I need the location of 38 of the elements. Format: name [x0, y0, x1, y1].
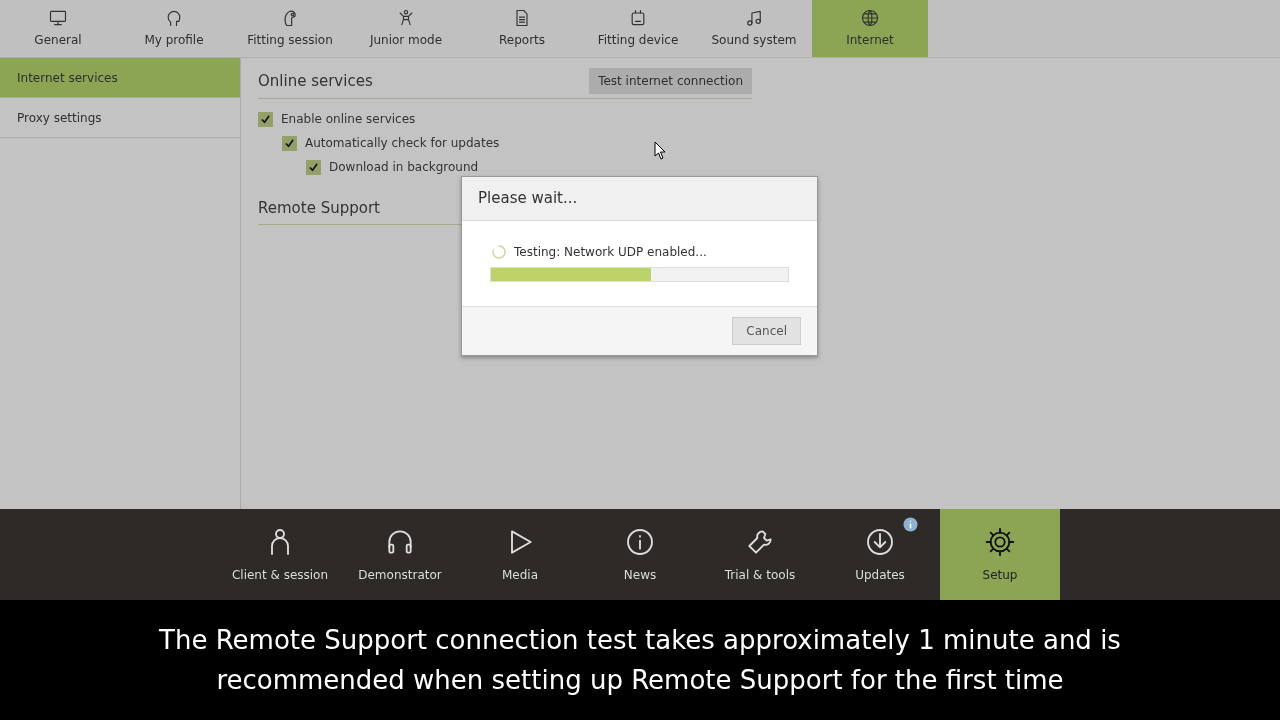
spinner-icon: [490, 242, 508, 261]
mouse-cursor-icon: [654, 141, 666, 160]
info-badge-icon: [903, 517, 918, 532]
checkbox-label: Download in background: [329, 159, 479, 176]
settings-tab[interactable]: Fitting device: [580, 0, 696, 57]
settings-tab[interactable]: Reports: [464, 0, 580, 57]
section-title: Remote Support: [258, 198, 380, 219]
cancel-button[interactable]: Cancel: [732, 316, 801, 345]
subtitle-line: recommended when setting up Remote Support for the first time: [216, 664, 1064, 697]
dialog-title: Please wait...: [462, 177, 817, 221]
checkbox[interactable]: [282, 135, 297, 151]
monitor-icon: [48, 8, 68, 28]
settings-tab[interactable]: Sound system: [696, 0, 812, 57]
checkbox[interactable]: [258, 111, 273, 127]
sidebar-item[interactable]: Proxy settings: [0, 98, 240, 138]
nav-item[interactable]: Client & session: [220, 509, 340, 600]
checkbox-label: Enable online services: [281, 111, 416, 128]
nav-item[interactable]: Demonstrator: [340, 509, 460, 600]
settings-tab[interactable]: General: [0, 0, 116, 57]
settings-tab[interactable]: Internet: [812, 0, 928, 57]
nav-item[interactable]: News: [580, 509, 700, 600]
nav-item[interactable]: Media: [460, 509, 580, 600]
music-note-icon: [744, 8, 764, 28]
sidebar-item[interactable]: Internet services: [0, 58, 240, 98]
gear-icon: [984, 525, 1016, 558]
globe-icon: [860, 8, 880, 28]
settings-tab[interactable]: My profile: [116, 0, 232, 57]
nav-item[interactable]: Updates: [820, 509, 940, 600]
checkbox[interactable]: [306, 159, 321, 175]
section-title: Online services: [258, 70, 373, 92]
subtitle-line: The Remote Support connection test takes approximately 1 minute and is: [159, 624, 1121, 657]
test-connection-button[interactable]: Test internet connection: [589, 68, 752, 94]
nav-item[interactable]: Setup: [940, 509, 1060, 600]
status-text: Testing: Network UDP enabled...: [514, 243, 707, 261]
settings-tab[interactable]: Junior mode: [348, 0, 464, 57]
checkbox-label: Automatically check for updates: [305, 135, 500, 152]
settings-tab[interactable]: Fitting session: [232, 0, 348, 57]
nav-item[interactable]: Trial & tools: [700, 509, 820, 600]
